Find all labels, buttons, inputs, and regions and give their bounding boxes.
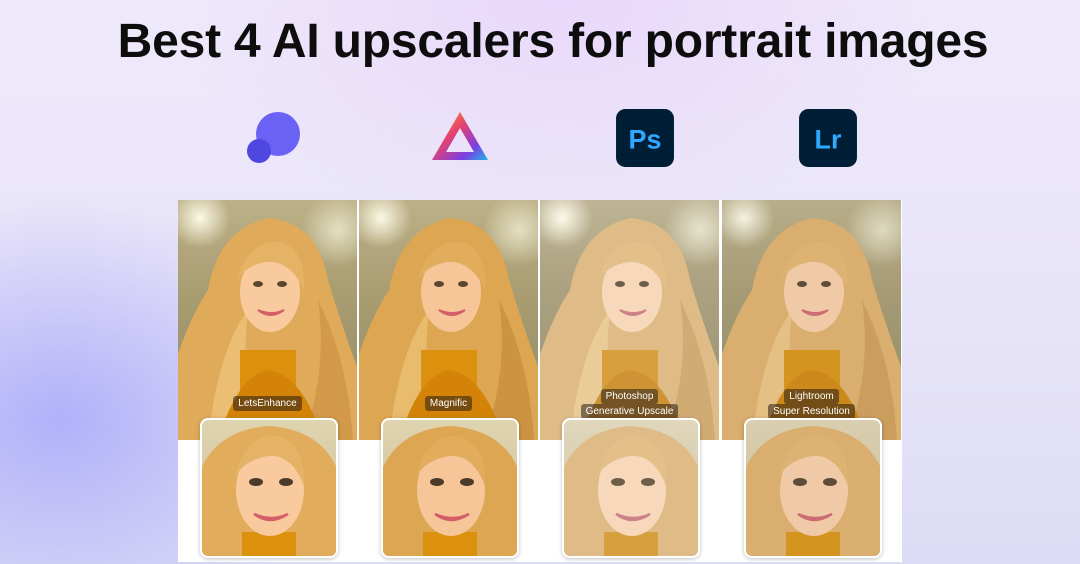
comparison-panel-magnific: Magnific [359, 200, 538, 562]
photoshop-logo-icon: Ps [615, 108, 674, 167]
panel-label-subtext: Super Resolution [768, 404, 855, 419]
panel-label: Photoshop Generative Upscale [540, 389, 719, 419]
panel-label: Magnific [359, 396, 538, 411]
panel-label: Lightroom Super Resolution [722, 389, 901, 419]
comparison-grid: LetsEnhance Magnific Photoshop Generativ… [178, 200, 902, 562]
portrait-closeup [562, 418, 700, 558]
lightroom-logo-icon: Lr [798, 108, 857, 167]
comparison-panel-lightroom: Lightroom Super Resolution [722, 200, 901, 562]
panel-label-text: Photoshop [600, 389, 659, 404]
comparison-panel-photoshop: Photoshop Generative Upscale [540, 200, 719, 562]
portrait-closeup [200, 418, 338, 558]
letsenhance-logo-icon [245, 108, 305, 168]
svg-text:Ps: Ps [629, 124, 662, 154]
svg-text:Lr: Lr [815, 124, 842, 154]
magnific-logo-icon [430, 108, 490, 168]
portrait-closeup [744, 418, 882, 558]
panel-label-text: Magnific [424, 396, 473, 411]
page-title: Best 4 AI upscalers for portrait images [117, 15, 989, 68]
comparison-panel-letsenhance: LetsEnhance [178, 200, 357, 562]
panel-label-text: LetsEnhance [233, 396, 302, 411]
portrait-closeup [381, 418, 519, 558]
panel-label-text: Lightroom [784, 389, 839, 404]
panel-label: LetsEnhance [178, 396, 357, 411]
panel-label-subtext: Generative Upscale [580, 404, 679, 419]
